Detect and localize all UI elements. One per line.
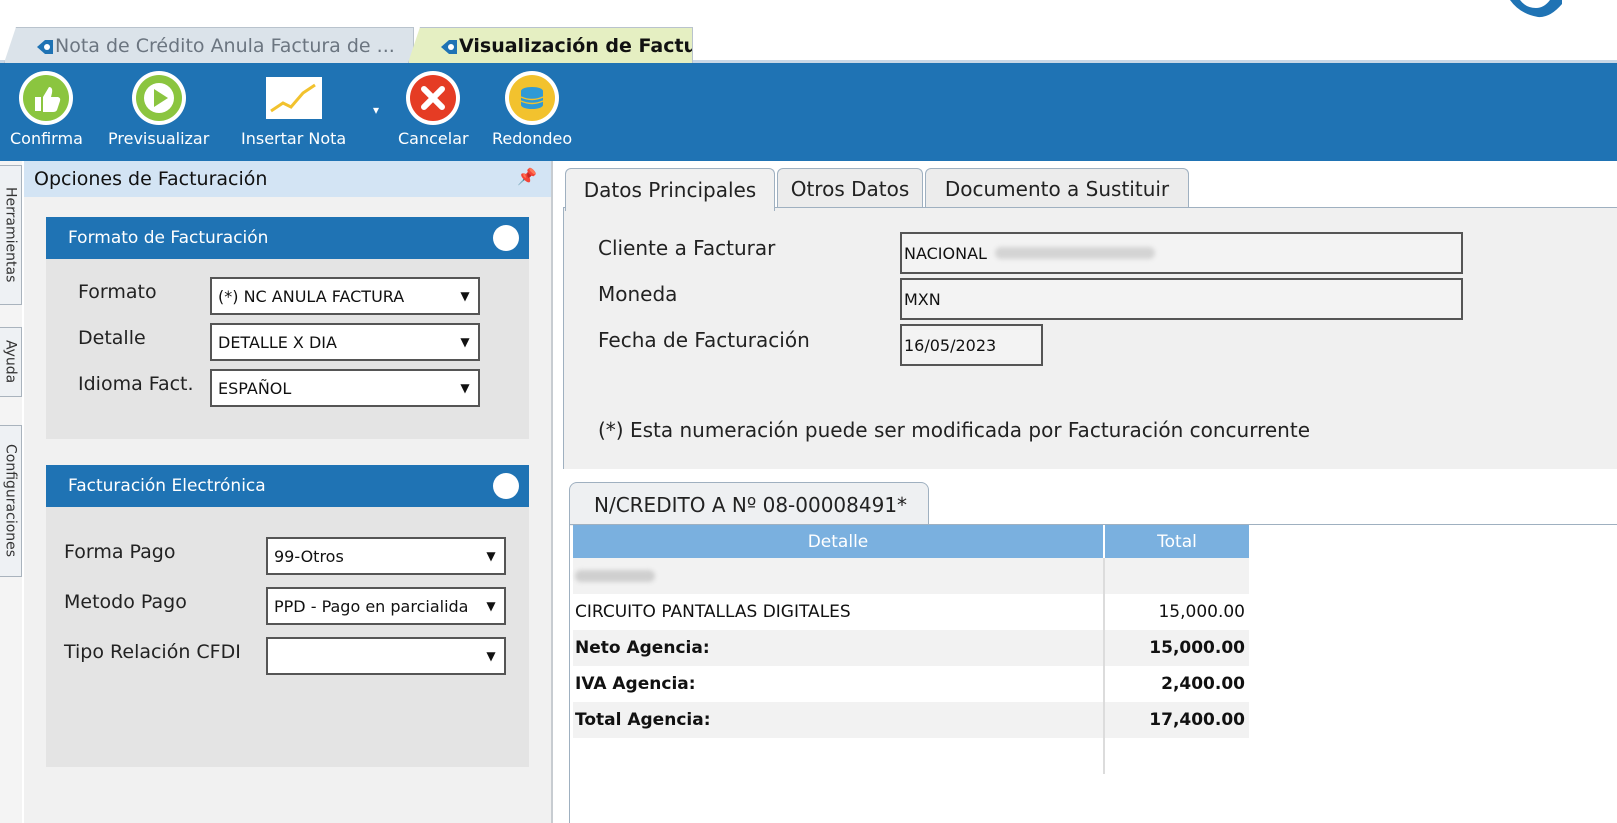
- tipo-relacion-select[interactable]: ▼: [266, 637, 506, 675]
- redacted-text: [994, 247, 1155, 259]
- idioma-label: Idioma Fact.: [78, 373, 194, 395]
- moneda-label: Moneda: [598, 282, 678, 306]
- tab-nota-credito[interactable]: N/CREDITO A Nº 08-00008491*: [569, 482, 929, 526]
- facturacion-electronica-group: Facturación Electrónica Forma Pago 99-Ot…: [46, 465, 529, 767]
- coins-icon: [505, 71, 560, 125]
- doc-tab-nota-credito[interactable]: Nota de Crédito Anula Factura de ...: [4, 27, 414, 63]
- formato-select[interactable]: (*) NC ANULA FACTURA ▼: [210, 277, 480, 315]
- table-row[interactable]: [573, 738, 1249, 774]
- metodo-pago-select[interactable]: PPD - Pago en parcialida ▼: [266, 587, 506, 625]
- column-header-detalle[interactable]: Detalle: [573, 525, 1105, 558]
- table-row[interactable]: [573, 558, 1249, 594]
- column-header-total[interactable]: Total: [1105, 525, 1249, 558]
- document-tab-icon: [441, 40, 457, 54]
- table-row[interactable]: Neto Agencia: 15,000.00: [573, 630, 1249, 666]
- table-row[interactable]: IVA Agencia: 2,400.00: [573, 666, 1249, 702]
- fecha-label: Fecha de Facturación: [598, 328, 810, 352]
- side-tab-herramientas[interactable]: Herramientas: [0, 165, 22, 305]
- formato-label: Formato: [78, 281, 157, 303]
- brand-logo-fragment: [1510, 0, 1562, 18]
- tab-documento-sustituir[interactable]: Documento a Sustituir: [925, 168, 1189, 209]
- detalle-label: Detalle: [78, 327, 146, 349]
- play-icon: [131, 71, 186, 125]
- divider: [569, 524, 570, 823]
- table-body: CIRCUITO PANTALLAS DIGITALES 15,000.00 N…: [573, 558, 1249, 774]
- forma-pago-select[interactable]: 99-Otros ▼: [266, 537, 506, 575]
- group-header: Formato de Facturación: [46, 217, 529, 259]
- chevron-down-icon[interactable]: ▼: [478, 539, 504, 573]
- cancelar-button[interactable]: Cancelar: [398, 69, 469, 148]
- chart-note-icon: [265, 77, 322, 119]
- datos-principales-panel: Cliente a Facturar NACIONAL Moneda MXN F…: [563, 207, 1617, 469]
- moneda-field[interactable]: MXN: [900, 278, 1463, 320]
- collapse-icon[interactable]: [493, 225, 519, 251]
- tab-datos-principales[interactable]: Datos Principales: [565, 168, 775, 211]
- table-header: Detalle Total: [573, 525, 1249, 558]
- side-tab-ayuda[interactable]: Ayuda: [0, 327, 22, 397]
- doc-tab-visualizacion[interactable]: Visualización de Factura: [408, 27, 693, 63]
- numeracion-note: (*) Esta numeración puede ser modificada…: [598, 418, 1310, 442]
- redondeo-button[interactable]: Redondeo: [492, 69, 572, 148]
- table-row[interactable]: Total Agencia: 17,400.00: [573, 702, 1249, 738]
- chevron-down-icon[interactable]: ▼: [452, 325, 478, 359]
- forma-pago-label: Forma Pago: [64, 541, 176, 563]
- formato-facturacion-group: Formato de Facturación Formato (*) NC AN…: [46, 217, 529, 439]
- doc-tab-label: Visualización de Factura: [459, 34, 692, 57]
- main-toolbar: Confirma Previsualizar Insertar Nota ▾ C…: [0, 63, 1617, 161]
- group-header: Facturación Electrónica: [46, 465, 529, 507]
- insertar-nota-button[interactable]: Insertar Nota: [241, 69, 346, 148]
- collapse-icon[interactable]: [493, 473, 519, 499]
- document-tabs-bar: Nota de Crédito Anula Factura de ... Vis…: [0, 24, 1617, 63]
- tab-otros-datos[interactable]: Otros Datos: [777, 168, 923, 209]
- insertar-nota-dropdown-arrow[interactable]: ▾: [373, 103, 379, 117]
- previsualizar-button[interactable]: Previsualizar: [108, 69, 209, 148]
- chevron-down-icon[interactable]: ▼: [478, 589, 504, 623]
- doc-tab-label: Nota de Crédito Anula Factura de ...: [55, 34, 395, 57]
- chevron-down-icon[interactable]: ▼: [478, 639, 504, 673]
- nota-credito-table: Detalle Total CIRCUITO PANTALLAS DIGITAL…: [573, 525, 1249, 774]
- confirma-button[interactable]: Confirma: [10, 69, 83, 148]
- fecha-field[interactable]: 16/05/2023: [900, 324, 1043, 366]
- metodo-pago-label: Metodo Pago: [64, 591, 187, 613]
- table-row[interactable]: CIRCUITO PANTALLAS DIGITALES 15,000.00: [573, 594, 1249, 630]
- panel-title: Opciones de Facturación: [34, 168, 268, 190]
- cliente-field[interactable]: NACIONAL: [900, 232, 1463, 274]
- tipo-relacion-label: Tipo Relación CFDI: [64, 641, 241, 663]
- panel-header: Opciones de Facturación 📌: [24, 161, 551, 197]
- chevron-down-icon[interactable]: ▼: [452, 279, 478, 313]
- redacted-text: [575, 570, 655, 582]
- side-tabs: Herramientas Ayuda Configuraciones: [0, 161, 22, 823]
- idioma-select[interactable]: ESPAÑOL ▼: [210, 369, 480, 407]
- pin-icon[interactable]: 📌: [517, 167, 537, 186]
- side-tab-configuraciones[interactable]: Configuraciones: [0, 425, 22, 577]
- right-content-area: Datos Principales Otros Datos Documento …: [553, 161, 1617, 823]
- chevron-down-icon[interactable]: ▼: [452, 371, 478, 405]
- close-icon: [406, 71, 461, 125]
- thumbs-up-icon: [19, 71, 74, 125]
- cliente-label: Cliente a Facturar: [598, 236, 776, 260]
- detalle-select[interactable]: DETALLE X DIA ▼: [210, 323, 480, 361]
- opciones-facturacion-panel: Opciones de Facturación 📌 Formato de Fac…: [24, 161, 553, 823]
- document-tab-icon: [37, 40, 53, 54]
